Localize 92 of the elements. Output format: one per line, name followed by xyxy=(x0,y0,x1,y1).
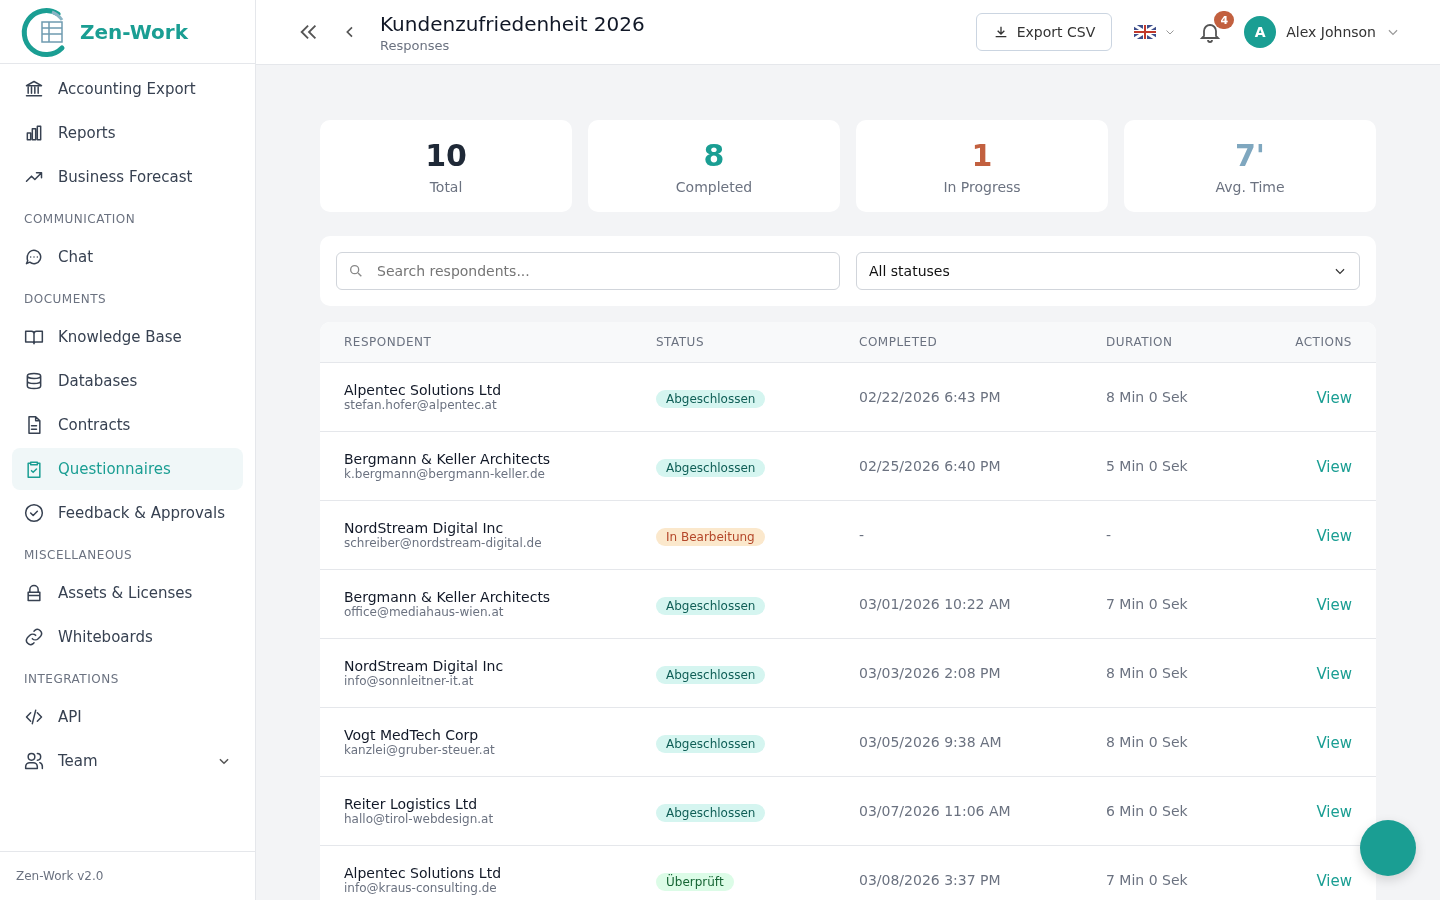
table-cell-text: 02/22/2026 6:43 PM xyxy=(859,389,1002,405)
users-icon xyxy=(24,751,44,771)
stat-value: 7' xyxy=(1234,137,1266,173)
table-cell-text: 6 Min 0 Sek xyxy=(1106,803,1189,819)
respondent-email: schreiber@nordstream-digital.de xyxy=(344,536,543,550)
sidebar-item[interactable]: Knowledge Base xyxy=(12,316,243,358)
section-heading: COMMUNICATION xyxy=(23,211,137,228)
sidebar-item[interactable]: Business Forecast xyxy=(12,156,243,198)
book-icon xyxy=(24,327,44,347)
table-cell-text: 03/05/2026 9:38 AM xyxy=(859,734,1003,750)
section-heading: DOCUMENTS xyxy=(23,291,108,308)
stat-value: 1 xyxy=(971,137,993,173)
status-badge: Abgeschlossen xyxy=(656,665,766,684)
sidebar-item[interactable]: Databases xyxy=(12,360,243,402)
column-header: DURATION xyxy=(1106,335,1174,349)
respondent-email: hallo@tirol-webdesign.at xyxy=(344,812,495,826)
table-cell-text: 5 Min 0 Sek xyxy=(1106,458,1189,474)
link-icon xyxy=(24,627,44,647)
stat-value: 10 xyxy=(425,137,467,173)
status-badge: Abgeschlossen xyxy=(656,596,766,615)
status-badge: Überprüft xyxy=(656,872,734,891)
section-heading: MISCELLANEOUS xyxy=(23,547,134,564)
status-badge: Abgeschlossen xyxy=(656,389,766,408)
table-cell-text: 8 Min 0 Sek xyxy=(1106,734,1189,750)
sidebar-item[interactable]: Accounting Export xyxy=(12,68,243,110)
database-icon xyxy=(24,371,44,391)
respondent-email: office@mediahaus-wien.at xyxy=(344,605,505,619)
column-header: COMPLETED xyxy=(859,335,939,349)
column-header: RESPONDENT xyxy=(344,335,433,349)
sidebar-item[interactable]: Whiteboards xyxy=(12,616,243,658)
table-cell-text: 02/25/2026 6:40 PM xyxy=(859,458,1002,474)
lock-icon xyxy=(24,583,44,603)
floating-action-button[interactable] xyxy=(1360,820,1416,876)
stat-label: In Progress xyxy=(943,178,1021,195)
notification-count: 4 xyxy=(1214,11,1235,29)
table-cell-text: 03/07/2026 11:06 AM xyxy=(859,803,1012,819)
status-badge: Abgeschlossen xyxy=(656,734,766,753)
page-title: Kundenzufriedenheit 2026 xyxy=(380,11,645,36)
table-cell-text: 8 Min 0 Sek xyxy=(1106,389,1189,405)
export-csv-button[interactable]: Export CSV xyxy=(975,13,1113,51)
table-cell-text: 7 Min 0 Sek xyxy=(1106,596,1189,612)
sidebar-item[interactable]: Chat xyxy=(12,236,243,278)
sidebar-item[interactable]: Contracts xyxy=(12,404,243,446)
chat-icon xyxy=(24,247,44,267)
sidebar-item[interactable]: Team xyxy=(12,740,243,782)
section-heading: INTEGRATIONS xyxy=(23,671,120,688)
respondent-name: Bergmann & Keller Architects xyxy=(344,589,552,605)
respondent-name: Alpentec Solutions Ltd xyxy=(344,865,503,881)
sidebar-item[interactable]: Assets & Licenses xyxy=(12,572,243,614)
status-dropdown[interactable]: All statuses xyxy=(856,252,1360,290)
search-field[interactable]: Search respondents... xyxy=(336,252,840,290)
sidebar-item[interactable]: Feedback & Approvals xyxy=(12,492,243,534)
table-cell-text: - xyxy=(1106,527,1113,543)
respondent-email: k.bergmann@bergmann-keller.de xyxy=(344,467,546,481)
flag-icon xyxy=(1134,25,1157,39)
stat-label: Total xyxy=(429,178,463,195)
bar-chart-icon xyxy=(24,123,44,143)
respondent-email: kanzlei@gruber-steuer.at xyxy=(344,743,496,757)
status-badge: Abgeschlossen xyxy=(656,458,766,477)
table-cell-text: 03/01/2026 10:22 AM xyxy=(859,596,1012,612)
page-subtitle: Responses xyxy=(380,37,451,53)
version-label: Zen-Work v2.0 xyxy=(0,851,255,900)
table-cell-text: 03/08/2026 3:37 PM xyxy=(859,872,1002,888)
clipboard-icon xyxy=(24,459,44,479)
respondent-name: Vogt MedTech Corp xyxy=(344,727,480,743)
respondent-name: Alpentec Solutions Ltd xyxy=(344,382,503,398)
sidebar-item[interactable]: API xyxy=(12,696,243,738)
user-avatar: A xyxy=(1244,16,1277,48)
status-badge: In Bearbeitung xyxy=(656,527,765,546)
brand-name: Zen-Work xyxy=(80,19,188,44)
bank-icon xyxy=(24,79,44,99)
status-badge: Abgeschlossen xyxy=(656,803,766,822)
respondent-name: NordStream Digital Inc xyxy=(344,658,505,674)
user-menu[interactable]: A Alex Johnson xyxy=(1244,16,1400,48)
language-selector[interactable] xyxy=(1134,25,1177,39)
column-header: STATUS xyxy=(656,335,706,349)
respondent-name: Reiter Logistics Ltd xyxy=(344,796,479,812)
sidebar-item[interactable]: Reports xyxy=(12,112,243,154)
respondent-email: stefan.hofer@alpentec.at xyxy=(344,398,498,412)
respondent-name: Bergmann & Keller Architects xyxy=(344,451,552,467)
respondent-email: info@sonnleitner-it.at xyxy=(344,674,475,688)
respondent-name: NordStream Digital Inc xyxy=(344,520,505,536)
table-cell-text: 8 Min 0 Sek xyxy=(1106,665,1189,681)
respondent-email: info@kraus-consulting.de xyxy=(344,881,498,895)
column-header: ACTIONS xyxy=(1294,335,1352,349)
table-cell-text: 03/03/2026 2:08 PM xyxy=(859,665,1002,681)
table-cell-text: - xyxy=(859,527,866,543)
stat-label: Avg. Time xyxy=(1215,178,1285,195)
code-icon xyxy=(24,707,44,727)
stat-label: Completed xyxy=(675,178,753,195)
table-cell-text: 7 Min 0 Sek xyxy=(1106,872,1189,888)
stat-value: 8 xyxy=(703,137,725,173)
